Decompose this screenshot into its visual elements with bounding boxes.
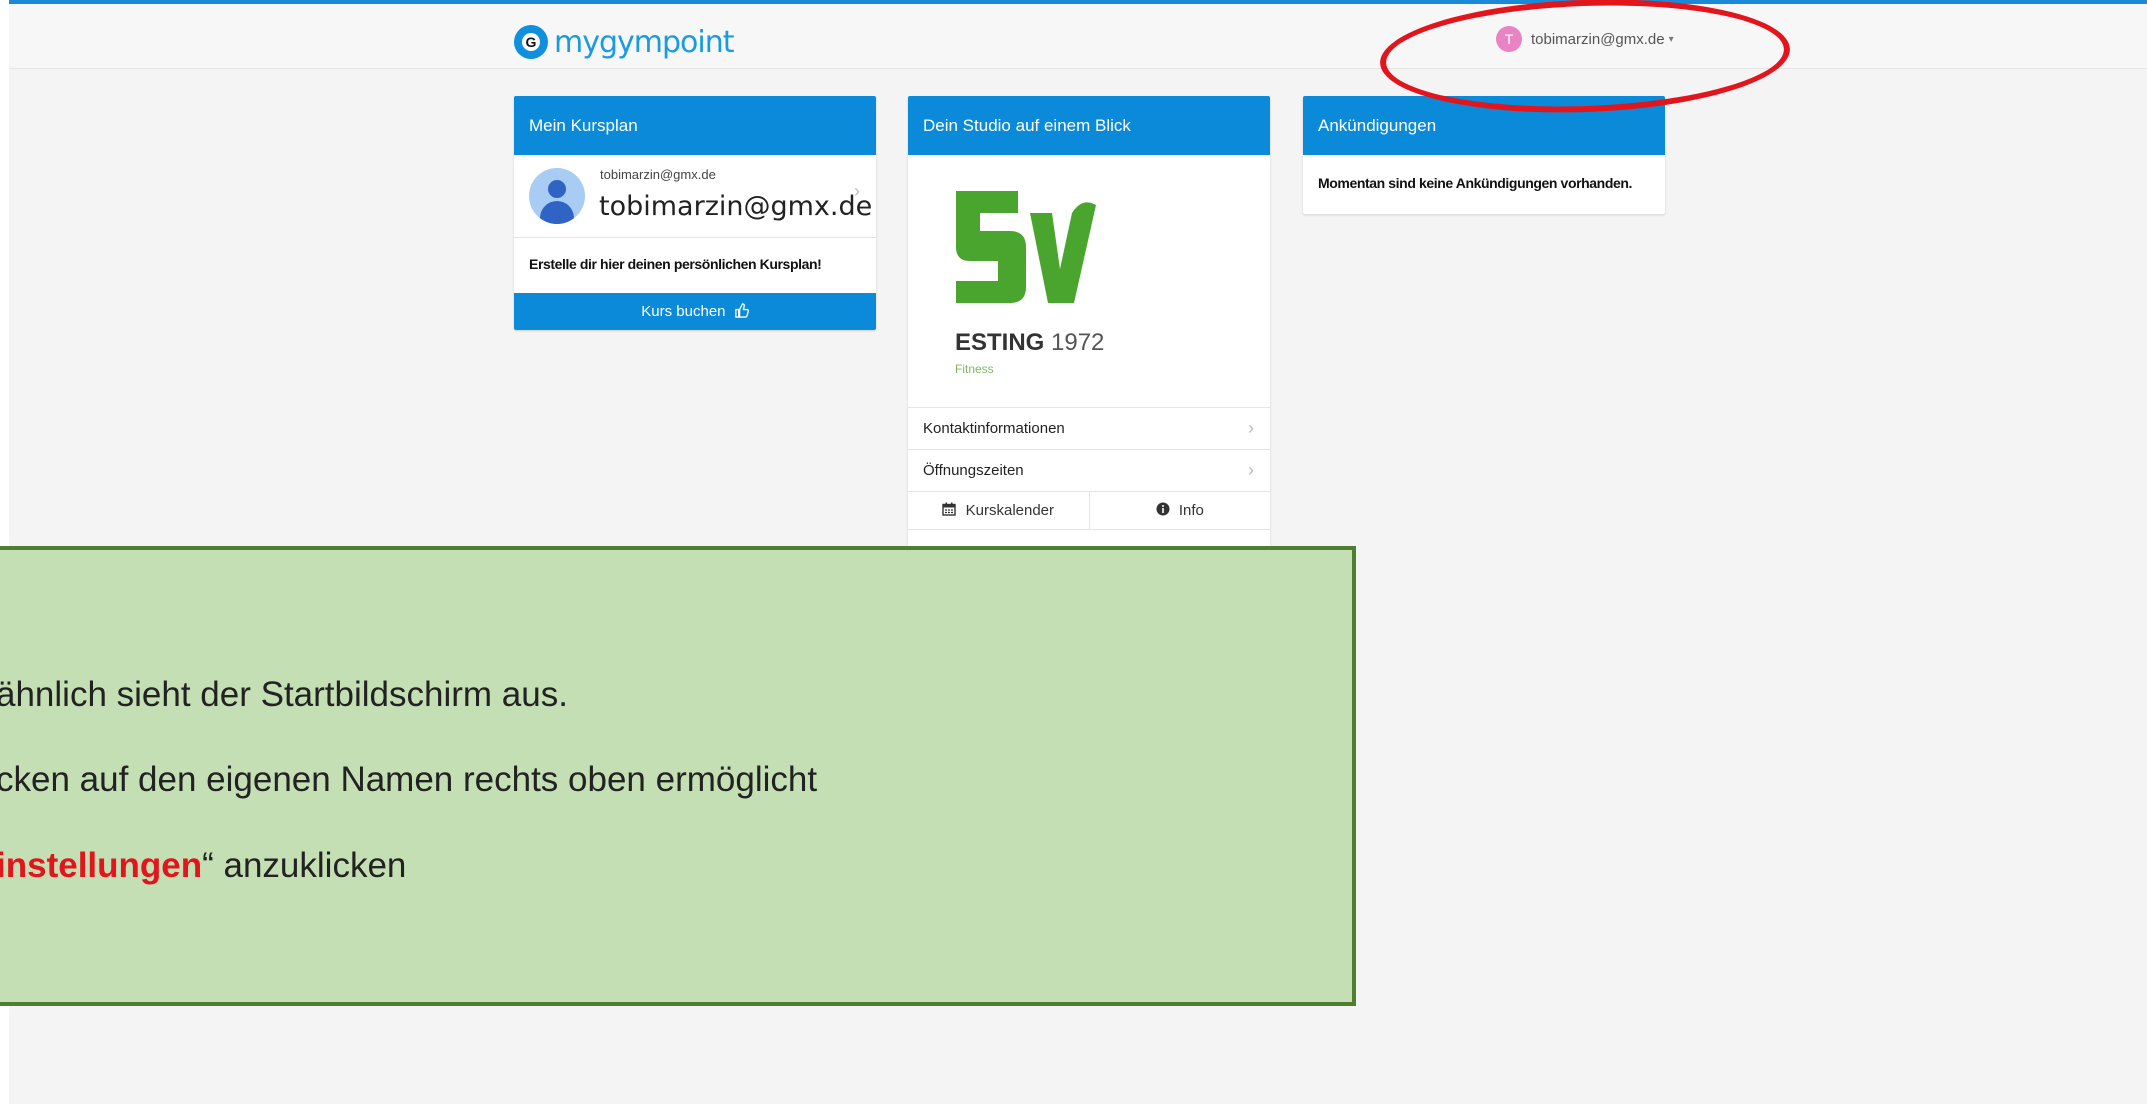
mygympoint-logo-icon: G: [514, 25, 548, 59]
chevron-right-icon: ›: [1248, 418, 1254, 438]
kurs-buchen-label: Kurs buchen: [641, 303, 726, 320]
sv-logo-graphic: [956, 191, 1096, 303]
profile-row[interactable]: tobimarzin@gmx.de tobimarzin@gmx.de ›: [514, 155, 876, 238]
info-icon: [1156, 502, 1179, 519]
logo-text: mygympoint: [554, 24, 735, 60]
chevron-right-icon: ›: [854, 181, 860, 201]
studio-card: Dein Studio auf einem Blick ESTING 1972 …: [908, 96, 1270, 551]
studio-card-title: Dein Studio auf einem Blick: [908, 96, 1270, 155]
kursplan-card: Mein Kursplan tobimarzin@gmx.de tobimarz…: [514, 96, 876, 330]
profile-email-small: tobimarzin@gmx.de: [600, 167, 716, 182]
mygympoint-logo[interactable]: G mygympoint: [514, 22, 735, 62]
kurskalender-button[interactable]: Kurskalender: [908, 492, 1090, 529]
thumbs-up-icon: [730, 303, 749, 320]
kursplan-hint: Erstelle dir hier deinen persönlichen Ku…: [529, 256, 822, 272]
kontaktinformationen-row[interactable]: Kontaktinformationen ›: [908, 408, 1270, 450]
chevron-right-icon: ›: [1248, 460, 1254, 480]
studio-actions: Kurskalender Info: [908, 492, 1270, 530]
profile-avatar: [529, 168, 585, 224]
studio-logo: ESTING 1972 Fitness: [908, 155, 1270, 408]
top-navigation-bar: G mygympoint T tobimarzin@gmx.de ▾: [9, 4, 2147, 69]
oeffnungszeiten-row[interactable]: Öffnungszeiten ›: [908, 450, 1270, 492]
instruction-overlay: ähnlich sieht der Startbildschirm aus. c…: [0, 546, 1356, 1006]
logo-letter: G: [522, 33, 540, 51]
instruction-highlight: instellungen: [0, 846, 203, 885]
instruction-line-1: ähnlich sieht der Startbildschirm aus.: [0, 675, 568, 714]
studio-logo-subtitle: Fitness: [955, 362, 994, 376]
instruction-line-3: instellungen“ anzuklicken: [0, 846, 406, 886]
profile-email-big: tobimarzin@gmx.de: [599, 191, 873, 222]
info-label: Info: [1178, 502, 1204, 519]
calendar-icon: [942, 502, 965, 519]
announcements-empty-text: Momentan sind keine Ankündigungen vorhan…: [1318, 175, 1633, 191]
info-button[interactable]: Info: [1090, 492, 1271, 529]
kursplan-card-title: Mein Kursplan: [514, 96, 876, 155]
kurs-buchen-button[interactable]: Kurs buchen: [514, 293, 876, 330]
instruction-line-2: cken auf den eigenen Namen rechts oben e…: [0, 760, 818, 799]
kurskalender-label: Kurskalender: [965, 502, 1055, 519]
announcements-card: Ankündigungen Momentan sind keine Ankünd…: [1303, 96, 1665, 214]
studio-logo-name: ESTING 1972: [955, 329, 1105, 356]
